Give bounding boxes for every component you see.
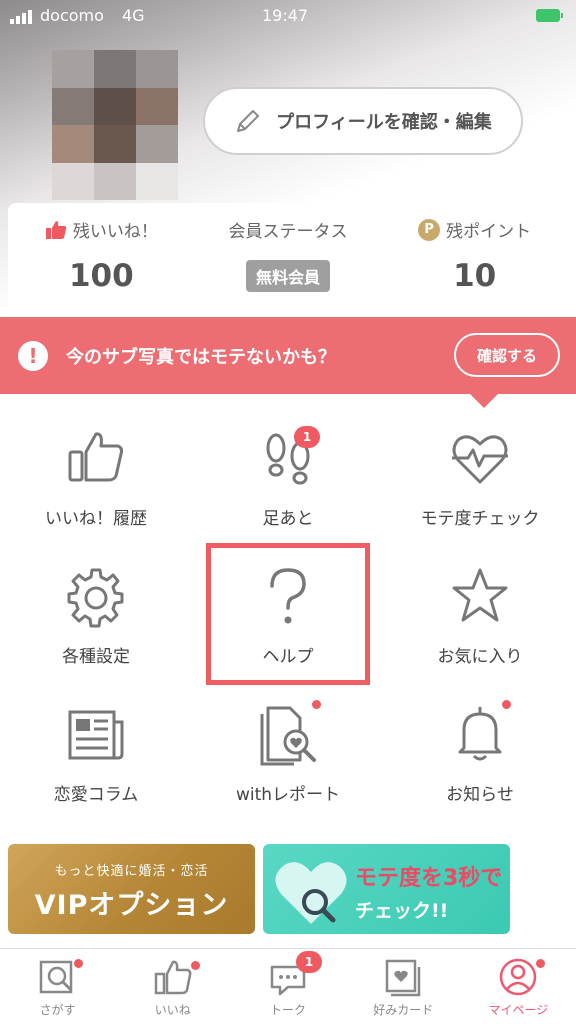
vip-option-banner[interactable]: もっと快適に婚活・恋活 VIPオプション (8, 844, 255, 934)
stats-card: 残いいね！ 100 会員ステータス 無料会員 P 残ポイント 10 (8, 203, 568, 318)
thumbs-up-icon (45, 220, 67, 239)
promo-banners: もっと快適に婚活・恋活 VIPオプション モテ度を3秒で チェック!! (0, 842, 576, 934)
tab-fav-cards[interactable]: 好みカード (346, 949, 461, 1024)
notifications-new-dot (502, 700, 511, 709)
newspaper-icon (68, 710, 124, 760)
menu-item-like-history[interactable]: いいね！履歴 (0, 410, 192, 548)
tab-mypage[interactable]: マイページ (461, 949, 576, 1024)
vip-banner-title: VIPオプション (34, 890, 229, 921)
menu-item-settings[interactable]: 各種設定 (0, 548, 192, 686)
battery-icon (536, 9, 563, 22)
thumbs-up-outline-icon (68, 432, 124, 482)
tab-likes[interactable]: いいね (115, 949, 230, 1024)
tab-label-mypage: マイページ (488, 1003, 549, 1017)
heartbeat-icon (452, 435, 508, 484)
tab-label-fav-cards: 好みカード (373, 1003, 434, 1017)
points-label: 残ポイント (446, 222, 532, 242)
menu-item-notifications[interactable]: お知らせ (384, 686, 576, 824)
menu-label-love-column: 恋愛コラム (53, 785, 139, 805)
card-heart-icon (385, 959, 421, 997)
user-profile-icon (500, 958, 537, 996)
heart-search-icon (275, 862, 347, 924)
menu-item-mote-check[interactable]: モテ度チェック (384, 410, 576, 548)
sub-photo-alert: ! 今のサブ写真ではモテないかも？ 確認する (0, 317, 576, 408)
menu-label-footprints: 足あと (262, 509, 314, 529)
tab-label-likes: いいね (154, 1003, 191, 1017)
menu-item-footprints[interactable]: 1 足あと (192, 410, 384, 548)
bottom-tab-bar: さがす いいね 1 トーク 好みカード マイページ (0, 948, 576, 1024)
search-icon (39, 960, 72, 994)
gear-icon (67, 568, 124, 628)
mote-banner-subtitle: チェック!! (355, 900, 449, 922)
menu-label-favorites: お気に入り (437, 647, 523, 667)
points-value: 10 (453, 258, 497, 294)
member-status-badge: 無料会員 (246, 260, 331, 292)
tab-label-search: さがす (39, 1003, 76, 1017)
vip-banner-subtitle: もっと快適に婚活・恋活 (54, 864, 209, 879)
report-search-icon (260, 706, 316, 766)
likes-value: 100 (68, 258, 134, 294)
footprints-count-badge: 1 (294, 426, 320, 448)
bell-icon (458, 707, 502, 761)
likes-stat[interactable]: 残いいね！ 100 (8, 203, 195, 318)
tab-talk[interactable]: 1 トーク (230, 949, 345, 1024)
signal-icon (10, 10, 32, 24)
menu-item-with-report[interactable]: withレポート (192, 686, 384, 824)
profile-edit-label: プロフィールを確認・編集 (276, 112, 492, 133)
menu-item-favorites[interactable]: お気に入り (384, 548, 576, 686)
profile-edit-button[interactable]: プロフィールを確認・編集 (203, 87, 523, 155)
with-report-new-dot (312, 700, 321, 709)
help-highlight-box (206, 543, 370, 685)
points-icon: P (418, 218, 441, 241)
carrier-name: docomo (40, 6, 104, 25)
menu-label-mote-check: モテ度チェック (420, 509, 540, 529)
status-time: 19:47 (262, 6, 309, 25)
tab-label-talk: トーク (270, 1003, 307, 1017)
search-new-dot (73, 959, 83, 968)
talk-count-badge: 1 (296, 951, 322, 973)
mypage-new-dot (536, 959, 546, 968)
mote-check-banner[interactable]: モテ度を3秒で チェック!! (263, 844, 510, 934)
menu-label-like-history: いいね！履歴 (45, 509, 147, 529)
menu-item-love-column[interactable]: 恋愛コラム (0, 686, 192, 824)
likes-label: 残いいね！ (72, 222, 158, 242)
thumbs-up-tab-icon (154, 960, 192, 995)
member-status-stat: 会員ステータス 無料会員 (195, 203, 382, 318)
exclamation-icon: ! (18, 340, 48, 371)
mote-banner-title: モテ度を3秒で (355, 866, 503, 891)
pencil-icon (237, 110, 260, 132)
star-icon (452, 568, 508, 622)
likes-new-dot (190, 961, 200, 970)
member-status-label: 会員ステータス (228, 222, 348, 242)
menu-label-notifications: お知らせ (446, 785, 514, 805)
alert-message: 今のサブ写真ではモテないかも？ (66, 346, 336, 368)
avatar[interactable] (52, 50, 178, 200)
status-bar: docomo 4G 19:47 (0, 0, 576, 34)
tab-search[interactable]: さがす (0, 949, 115, 1024)
menu-label-settings: 各種設定 (62, 647, 130, 667)
network-type: 4G (122, 6, 145, 25)
confirm-button[interactable]: 確認する (454, 333, 560, 377)
menu-label-with-report: withレポート (235, 785, 341, 805)
points-stat[interactable]: P 残ポイント 10 (381, 203, 568, 318)
